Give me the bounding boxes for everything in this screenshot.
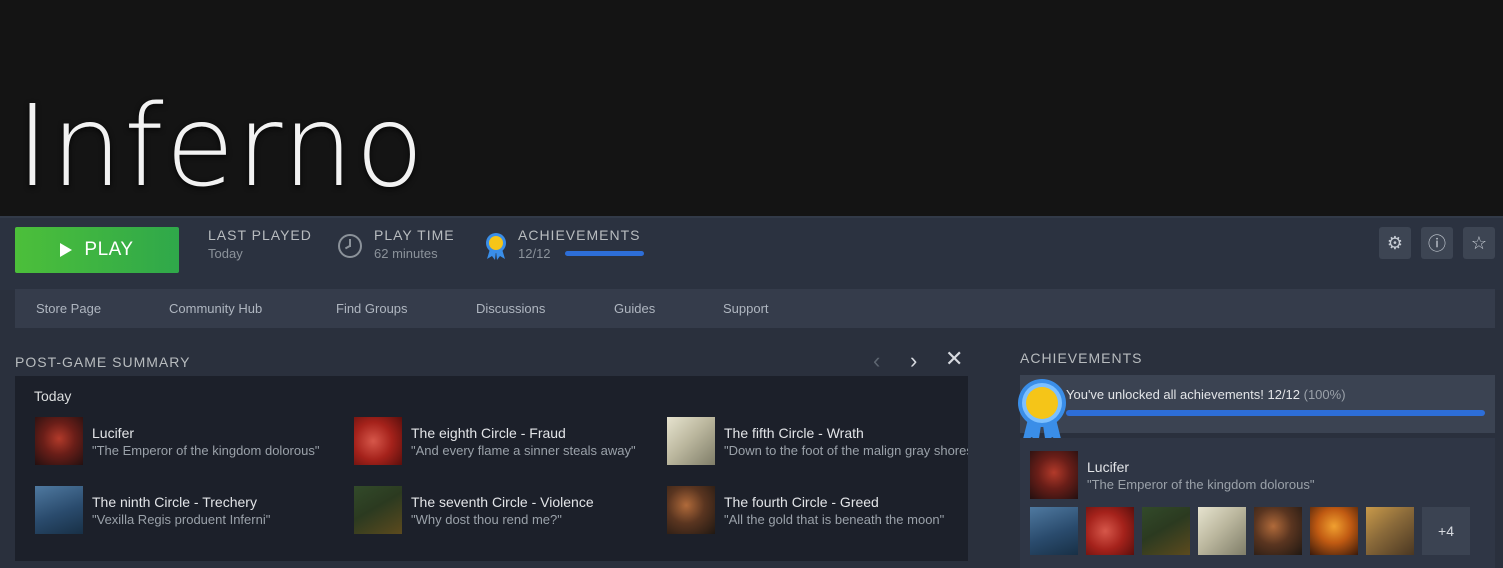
prev-arrow-icon[interactable]: ‹ xyxy=(873,348,880,374)
nav-discussions[interactable]: Discussions xyxy=(476,301,545,316)
achievement-name: The ninth Circle - Trechery xyxy=(92,494,257,510)
summary-achievement[interactable]: Lucifer "The Emperor of the kingdom dolo… xyxy=(35,417,345,467)
achievement-desc: "And every flame a sinner steals away" xyxy=(411,443,636,458)
achievement-image xyxy=(354,417,402,465)
achievement-thumb[interactable] xyxy=(1366,507,1414,555)
play-time-label: PLAY TIME xyxy=(374,227,455,243)
achievement-thumb[interactable] xyxy=(1142,507,1190,555)
nav-find-groups[interactable]: Find Groups xyxy=(336,301,408,316)
achievement-medal-icon xyxy=(1018,379,1066,445)
next-arrow-icon[interactable]: › xyxy=(910,348,917,374)
play-time-value: 62 minutes xyxy=(374,246,438,261)
achievements-complete-banner xyxy=(1020,375,1495,433)
last-played-label: LAST PLAYED xyxy=(208,227,312,243)
achievement-image xyxy=(35,417,83,465)
latest-achievement-desc: "The Emperor of the kingdom dolorous" xyxy=(1087,477,1315,492)
info-button[interactable]: ⓘ xyxy=(1421,227,1453,259)
nav-store-page[interactable]: Store Page xyxy=(36,301,101,316)
achievement-image xyxy=(667,486,715,534)
favorite-button[interactable]: ☆ xyxy=(1463,227,1495,259)
achievements-complete-bar xyxy=(1066,410,1485,416)
nav-guides[interactable]: Guides xyxy=(614,301,655,316)
achievement-desc: "Down to the foot of the malign gray sho… xyxy=(724,443,968,458)
achievement-thumb[interactable] xyxy=(1030,507,1078,555)
play-icon xyxy=(60,243,73,257)
achievement-desc: "All the gold that is beneath the moon" xyxy=(724,512,945,527)
latest-achievement-image[interactable] xyxy=(1030,451,1078,499)
play-time-stat: PLAY TIME 62 minutes xyxy=(374,227,455,261)
latest-achievement-name: Lucifer xyxy=(1087,459,1130,475)
unlocked-percent: (100%) xyxy=(1303,387,1346,402)
game-subnav: Store Page Community Hub Find Groups Dis… xyxy=(15,289,1495,328)
hero-banner: Inferno xyxy=(0,0,1503,217)
game-title: Inferno xyxy=(16,82,426,212)
achievement-desc: "The Emperor of the kingdom dolorous" xyxy=(92,443,320,458)
achievement-thumb[interactable] xyxy=(1310,507,1358,555)
achievement-image xyxy=(667,417,715,465)
achievement-name: The eighth Circle - Fraud xyxy=(411,425,566,441)
achievement-name: The fourth Circle - Greed xyxy=(724,494,879,510)
more-achievements-button[interactable]: +4 xyxy=(1422,507,1470,555)
post-game-summary-panel: Today Lucifer "The Emperor of the kingdo… xyxy=(15,376,968,561)
settings-button[interactable]: ⚙ xyxy=(1379,227,1411,259)
summary-achievement[interactable]: The fifth Circle - Wrath "Down to the fo… xyxy=(667,417,968,467)
achievement-image xyxy=(35,486,83,534)
achievement-name: The seventh Circle - Violence xyxy=(411,494,594,510)
achievements-label: ACHIEVEMENTS xyxy=(518,227,641,243)
close-icon[interactable]: ✕ xyxy=(945,346,963,372)
summary-achievement[interactable]: The seventh Circle - Violence "Why dost … xyxy=(354,486,654,536)
summary-achievement[interactable]: The ninth Circle - Trechery "Vexilla Reg… xyxy=(35,486,345,536)
achievement-desc: "Why dost thou rend me?" xyxy=(411,512,562,527)
unlocked-summary: You've unlocked all achievements! 12/12 xyxy=(1066,387,1300,402)
achievements-panel-title: ACHIEVEMENTS xyxy=(1020,350,1143,366)
info-icon: ⓘ xyxy=(1428,234,1446,254)
summary-date: Today xyxy=(34,388,72,404)
achievement-image xyxy=(354,486,402,534)
play-button[interactable]: PLAY xyxy=(15,227,179,273)
play-button-label: PLAY xyxy=(84,239,134,260)
gear-icon: ⚙ xyxy=(1386,232,1404,253)
achievement-desc: "Vexilla Regis produent Inferni" xyxy=(92,512,271,527)
achievement-thumb[interactable] xyxy=(1086,507,1134,555)
clock-icon xyxy=(338,234,362,258)
achievement-name: The fifth Circle - Wrath xyxy=(724,425,864,441)
achievements-progress-bar xyxy=(565,251,644,256)
achievement-medal-icon xyxy=(486,233,506,260)
summary-title: POST-GAME SUMMARY xyxy=(15,354,191,370)
summary-achievement[interactable]: The eighth Circle - Fraud "And every fla… xyxy=(354,417,654,467)
nav-support[interactable]: Support xyxy=(723,301,769,316)
achievement-thumb[interactable] xyxy=(1198,507,1246,555)
game-topbar: PLAY LAST PLAYED Today PLAY TIME 62 minu… xyxy=(0,218,1503,290)
last-played-stat: LAST PLAYED Today xyxy=(208,227,312,261)
last-played-value: Today xyxy=(208,246,243,261)
nav-community-hub[interactable]: Community Hub xyxy=(169,301,262,316)
achievement-thumb[interactable] xyxy=(1254,507,1302,555)
achievements-unlocked-text: You've unlocked all achievements! 12/12 … xyxy=(1066,387,1346,402)
achievement-name: Lucifer xyxy=(92,425,135,441)
summary-achievement[interactable]: The fourth Circle - Greed "All the gold … xyxy=(667,486,968,536)
star-icon: ☆ xyxy=(1470,232,1488,253)
